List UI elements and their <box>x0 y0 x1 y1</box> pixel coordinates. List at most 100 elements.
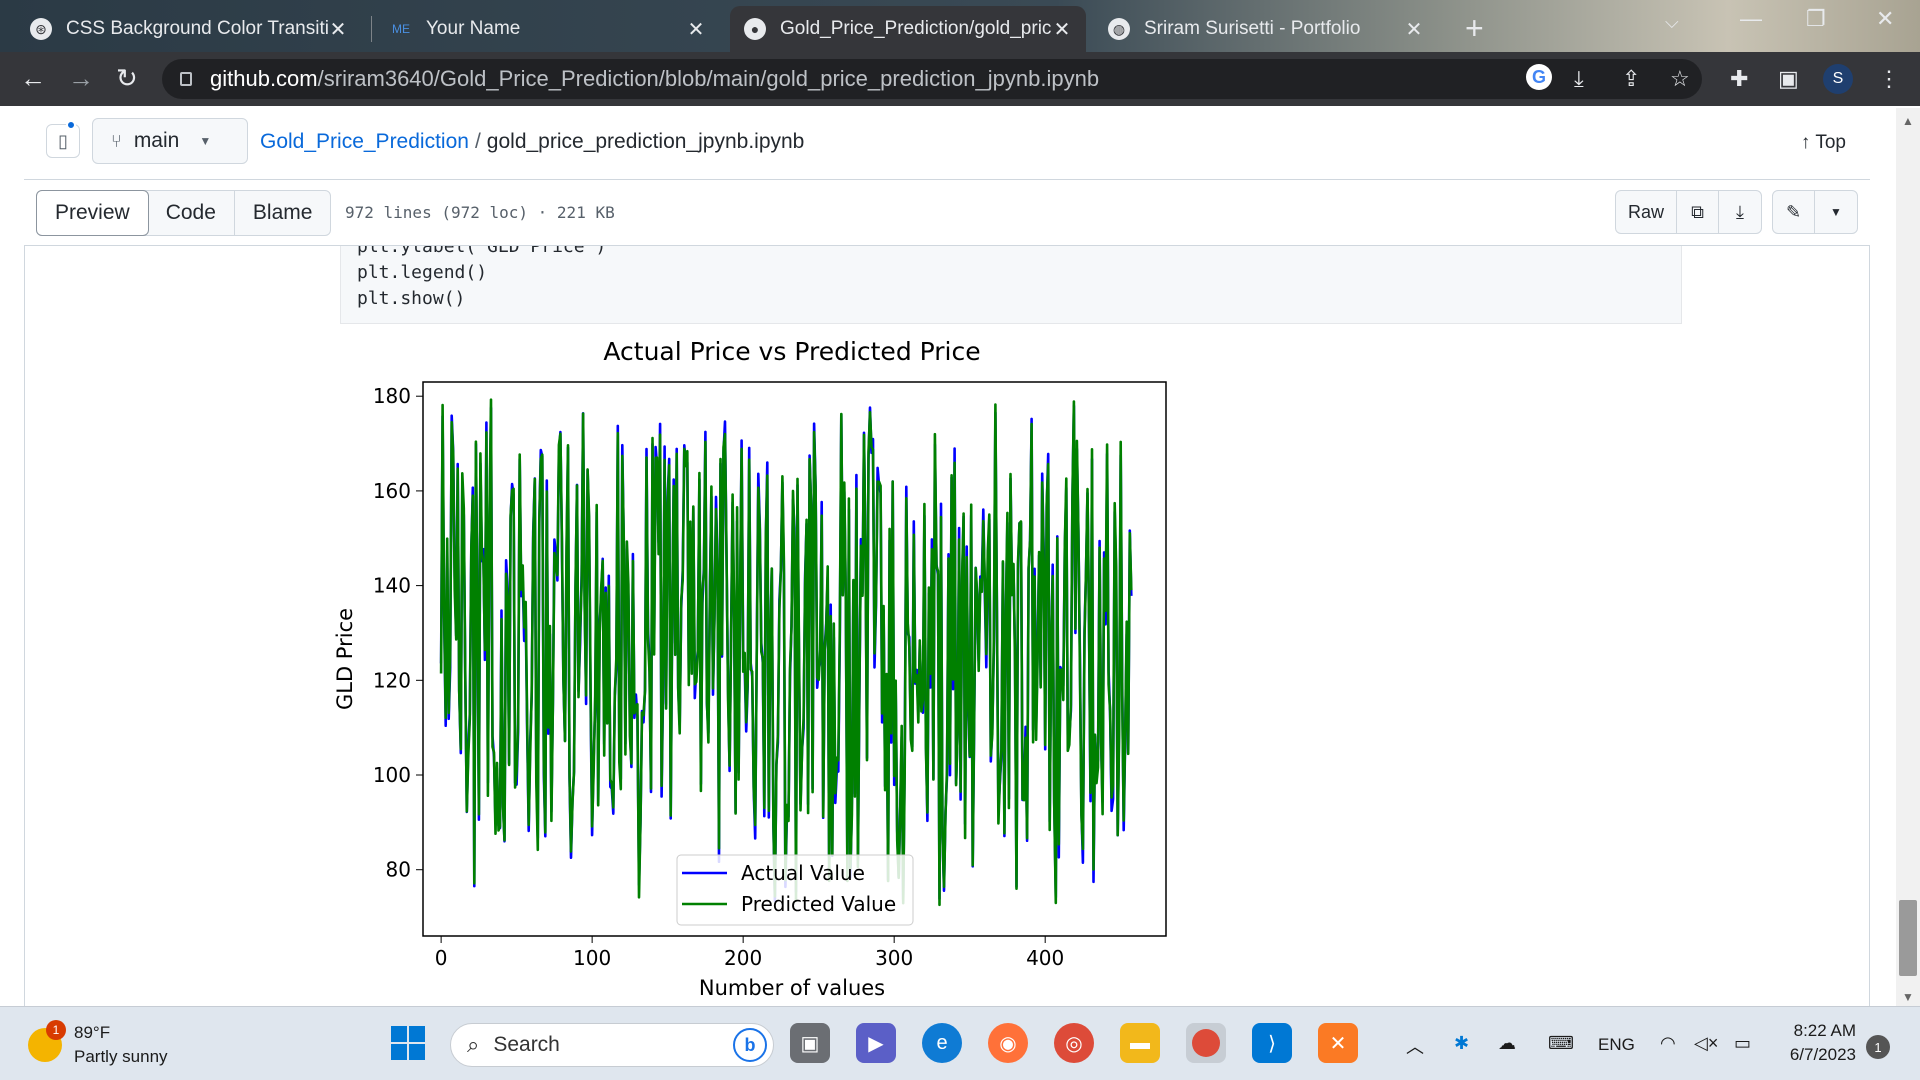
bluetooth-icon[interactable]: ✱ <box>1454 1033 1469 1054</box>
new-tab-button[interactable]: + <box>1465 10 1484 47</box>
search-icon: ⌕ <box>467 1032 480 1057</box>
output-chart: Actual Price vs Predicted Price 0 100 200 3… <box>330 336 1190 1004</box>
tab-label: CSS Background Color Transition <box>66 18 328 39</box>
chrome-profile-icon[interactable] <box>1186 1023 1226 1063</box>
edge-icon[interactable]: e <box>922 1023 962 1063</box>
tab-label: Your Name <box>426 18 521 39</box>
chevron-down-icon[interactable]: ▼ <box>1815 191 1857 233</box>
profile-avatar[interactable]: S <box>1823 64 1853 94</box>
download-icon[interactable]: ⤓ <box>1719 191 1761 233</box>
notification-dot <box>66 120 76 130</box>
tab-blame[interactable]: Blame <box>235 191 331 235</box>
weather-badge: 1 <box>46 1020 66 1040</box>
tab-your-name[interactable]: ME Your Name ✕ <box>376 6 720 52</box>
install-icon[interactable]: ⤓ <box>1574 66 1584 92</box>
language-indicator[interactable]: ENG <box>1598 1035 1635 1055</box>
chart-legend: Actual Value Predicted Value <box>676 854 914 926</box>
teams-icon[interactable]: ▶ <box>856 1023 896 1063</box>
system-clock[interactable]: 8:22 AM 6/7/2023 <box>1776 1019 1856 1067</box>
vscode-icon[interactable]: ⟩ <box>1252 1023 1292 1063</box>
file-name: gold_price_prediction_jpynb.ipynb <box>486 130 805 153</box>
firefox-icon[interactable]: ◉ <box>988 1023 1028 1063</box>
x-tick-label: 0 <box>435 946 448 970</box>
legend-label-predicted: Predicted Value <box>741 892 896 916</box>
file-tree-toggle-icon[interactable]: ▯ <box>46 124 80 158</box>
chatgpt-icon: ⊛ <box>30 18 52 40</box>
scroll-up-icon[interactable]: ▲ <box>1902 114 1914 128</box>
copy-icon[interactable]: ⧉ <box>1677 191 1719 233</box>
file-explorer-icon[interactable]: ▬ <box>1120 1023 1160 1063</box>
top-link[interactable]: ↑ Top <box>1801 132 1846 154</box>
back-icon[interactable]: ← <box>20 63 46 94</box>
windows-start-icon[interactable] <box>388 1023 428 1063</box>
address-bar[interactable]: github.com/sriram3640/Gold_Price_Predict… <box>162 59 1702 99</box>
taskbar-search[interactable]: ⌕ Search b <box>450 1023 774 1067</box>
chrome-icon[interactable]: ◎ <box>1054 1023 1094 1063</box>
browser-tab-strip: ⊛ CSS Background Color Transition ✕ ME Y… <box>0 0 1920 52</box>
restore-button[interactable]: ❐ <box>1806 6 1826 32</box>
partly-sunny-icon: 1 <box>28 1020 66 1062</box>
tab-code[interactable]: Code <box>148 191 235 235</box>
branch-selector[interactable]: ⑂ main ▼ <box>92 118 248 164</box>
keyboard-icon[interactable]: ⌨ <box>1548 1033 1574 1054</box>
lock-icon <box>180 72 192 86</box>
share-icon[interactable]: ⇪ <box>1622 66 1640 92</box>
tab-divider <box>371 16 372 42</box>
y-tick-label: 80 <box>386 858 411 882</box>
weather-condition: Partly sunny <box>74 1047 168 1066</box>
browser-toolbar: ← → ↻ github.com/sriram3640/Gold_Price_P… <box>0 52 1920 106</box>
tab-github-notebook[interactable]: ● Gold_Price_Prediction/gold_price ✕ <box>730 6 1086 52</box>
close-tab-icon[interactable]: ✕ <box>1404 17 1424 42</box>
content-border-right <box>1869 246 1870 1006</box>
close-tab-icon[interactable]: ✕ <box>328 17 348 42</box>
bing-icon[interactable]: b <box>733 1028 767 1062</box>
search-placeholder: Search <box>493 1033 560 1056</box>
minimize-button[interactable]: — <box>1740 6 1762 32</box>
weather-widget[interactable]: 1 89°F Partly sunny <box>28 1020 168 1069</box>
github-icon: ● <box>744 18 766 40</box>
y-tick-label: 120 <box>373 668 411 692</box>
chevron-up-icon[interactable]: ︿ <box>1406 1033 1424 1059</box>
notification-badge[interactable]: 1 <box>1866 1035 1890 1059</box>
file-actions: Raw ⧉ ⤓ ✎ ▼ <box>1614 190 1858 234</box>
task-view-icon[interactable]: ▣ <box>790 1023 830 1063</box>
xampp-icon[interactable]: ✕ <box>1318 1023 1358 1063</box>
close-tab-icon[interactable]: ✕ <box>1052 17 1072 42</box>
side-panel-icon[interactable]: ▣ <box>1778 66 1799 92</box>
code-cell: plt.ylabel('GLD Price') plt.legend() plt.s… <box>340 246 1682 324</box>
scrollbar-thumb[interactable] <box>1899 900 1917 976</box>
breadcrumb: Gold_Price_Prediction / gold_price_predict… <box>260 130 805 153</box>
tab-preview[interactable]: Preview <box>36 190 149 236</box>
legend-label-actual: Actual Value <box>741 861 865 885</box>
raw-actions: Raw ⧉ ⤓ <box>1614 190 1762 234</box>
raw-button[interactable]: Raw <box>1616 191 1677 233</box>
tab-label: Gold_Price_Prediction/gold_price <box>780 18 1052 39</box>
wifi-icon[interactable]: ◠ <box>1660 1033 1676 1054</box>
extensions-icon[interactable]: ✚ <box>1730 66 1748 92</box>
branch-icon: ⑂ <box>111 130 122 151</box>
forward-icon[interactable]: → <box>68 63 94 94</box>
volume-muted-icon[interactable]: ◁× <box>1694 1033 1718 1054</box>
close-tab-icon[interactable]: ✕ <box>686 17 706 42</box>
scroll-down-icon[interactable]: ▼ <box>1902 990 1914 1004</box>
google-icon[interactable]: G <box>1526 64 1552 90</box>
edit-pencil-icon[interactable]: ✎ <box>1773 191 1815 233</box>
code-line: plt.legend() <box>357 262 488 283</box>
x-tick-label: 100 <box>573 946 611 970</box>
tab-portfolio[interactable]: ◍ Sriram Surisetti - Portfolio ✕ <box>1094 6 1438 52</box>
repo-link[interactable]: Gold_Price_Prediction <box>260 130 469 153</box>
clock-time: 8:22 AM <box>1793 1021 1856 1040</box>
battery-icon[interactable]: ▭ <box>1734 1033 1751 1054</box>
bookmark-star-icon[interactable]: ☆ <box>1670 66 1690 92</box>
x-tick-label: 300 <box>875 946 913 970</box>
page-scrollbar[interactable] <box>1896 108 1920 1006</box>
file-info: 972 lines (972 loc) · 221 KB <box>345 203 615 222</box>
y-axis-label: GLD Price <box>333 608 357 710</box>
tab-search-icon[interactable]: ⌵ <box>1665 12 1679 33</box>
close-window-button[interactable]: ✕ <box>1876 6 1894 32</box>
menu-icon[interactable]: ⋮ <box>1878 66 1900 92</box>
tab-css-transition[interactable]: ⊛ CSS Background Color Transition ✕ <box>16 6 362 52</box>
onedrive-icon[interactable]: ☁ <box>1498 1033 1516 1054</box>
reload-icon[interactable]: ↻ <box>116 63 138 94</box>
temperature: 89°F <box>74 1023 111 1042</box>
